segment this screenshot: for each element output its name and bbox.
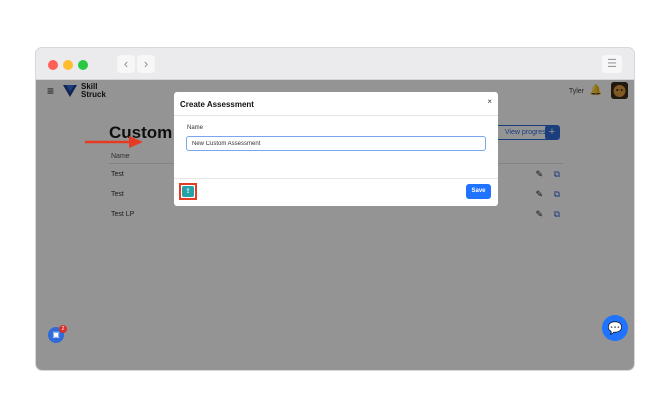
briefcase-icon: ▣ xyxy=(52,330,60,339)
close-icon[interactable]: × xyxy=(487,97,492,106)
dialog-title: Create Assessment xyxy=(180,100,254,109)
browser-titlebar: ‹ › ☰ xyxy=(36,48,634,80)
chat-button[interactable]: 💬 xyxy=(602,315,628,341)
dialog-divider-bottom xyxy=(174,178,498,179)
minimize-window-button[interactable] xyxy=(63,60,73,70)
chat-icon: 💬 xyxy=(607,321,623,335)
app-viewport: ≡ Skill Struck Tyler 🔔 Custom View progr… xyxy=(36,80,634,370)
browser-menu-icon[interactable]: ☰ xyxy=(602,55,622,73)
create-assessment-dialog: Create Assessment × Name ⇪ Save xyxy=(174,92,498,206)
name-field-label: Name xyxy=(187,125,204,131)
notification-count-badge: 2 xyxy=(59,325,67,333)
upload-icon: ⇪ xyxy=(185,188,191,195)
maximize-window-button[interactable] xyxy=(78,60,88,70)
browser-window: ‹ › ☰ ≡ Skill Struck Tyler 🔔 Custom View… xyxy=(36,48,634,370)
forward-icon[interactable]: › xyxy=(137,55,155,73)
name-input[interactable] xyxy=(186,136,486,151)
upload-button[interactable]: ⇪ xyxy=(182,186,194,197)
annotation-highlight-box: ⇪ xyxy=(179,183,197,200)
back-icon[interactable]: ‹ xyxy=(117,55,135,73)
close-window-button[interactable] xyxy=(48,60,58,70)
save-button[interactable]: Save xyxy=(466,184,491,199)
dialog-divider-top xyxy=(174,115,498,116)
annotation-arrow xyxy=(85,136,143,148)
